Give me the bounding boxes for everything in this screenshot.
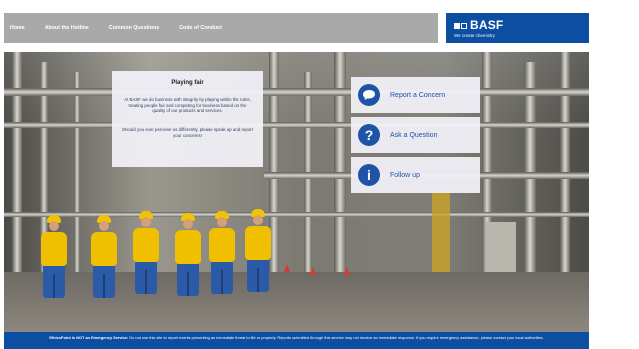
worker-figure (90, 215, 118, 298)
disclaimer-text: Do not use this site to report events pr… (129, 335, 544, 340)
ask-question-button[interactable]: ? Ask a Question (351, 117, 480, 153)
playing-fair-panel: Playing fair At BASF we do business with… (112, 71, 263, 167)
follow-up-label: Follow up (390, 171, 420, 179)
disclaimer-lead: EthicsPoint is NOT an Emergency Service: (49, 335, 129, 340)
question-mark-icon: ? (358, 124, 380, 146)
nav-item-code-of-conduct[interactable]: Code of Conduct (179, 25, 222, 31)
nav-item-common-questions[interactable]: Common Questions (109, 25, 159, 31)
pipe-graphic (304, 72, 312, 292)
worker-figure (208, 211, 236, 294)
worker-figure (174, 213, 202, 296)
pipe-graphic (74, 72, 80, 272)
info-icon: i (358, 164, 380, 186)
pipe-graphic (4, 88, 589, 96)
logo-square-icon (454, 22, 460, 29)
top-nav: Home About the Hotline Common Questions … (4, 13, 438, 43)
brand-name: BASF (470, 18, 504, 32)
worker-figure (132, 211, 160, 294)
pipe-graphic (4, 122, 589, 128)
cone-graphic (284, 264, 290, 272)
nav-item-about-hotline[interactable]: About the Hotline (45, 25, 89, 31)
speech-bubble-icon (358, 84, 380, 106)
brand-tagline: We create chemistry (454, 33, 495, 38)
cone-graphic (310, 267, 316, 275)
cone-graphic (344, 267, 350, 275)
emergency-disclaimer: EthicsPoint is NOT an Emergency Service:… (4, 332, 589, 349)
nav-item-home[interactable]: Home (10, 25, 25, 31)
report-concern-label: Report a Concern (390, 91, 446, 99)
basf-logo: BASF (454, 18, 503, 32)
brand-logo[interactable]: BASF We create chemistry (446, 13, 589, 43)
panel-paragraph-2: Should you ever perceive us differently,… (122, 127, 253, 138)
panel-paragraph-1: At BASF we do business with integrity by… (124, 97, 251, 113)
worker-figure (40, 215, 68, 298)
report-concern-button[interactable]: Report a Concern (351, 77, 480, 113)
follow-up-button[interactable]: i Follow up (351, 157, 480, 193)
hero-image (4, 52, 589, 332)
logo-outline-square-icon (461, 22, 467, 29)
ask-question-label: Ask a Question (390, 131, 438, 139)
pipe-graphic (12, 52, 22, 282)
worker-figure (244, 209, 272, 292)
panel-title: Playing fair (171, 80, 204, 86)
